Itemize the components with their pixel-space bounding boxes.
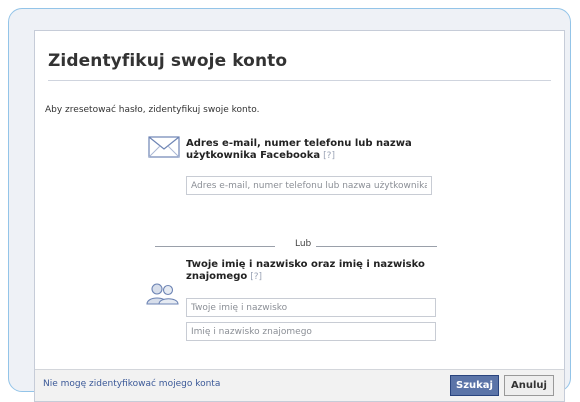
email-phone-username-input[interactable] (186, 176, 432, 195)
name-heading-line2: znajomego (186, 271, 248, 282)
name-section-heading: Twoje imię i nazwisko oraz imię i nazwis… (186, 259, 425, 283)
cancel-button[interactable]: Anuluj (504, 375, 554, 396)
divider-line-left (155, 246, 275, 247)
search-button[interactable]: Szukaj (450, 375, 499, 396)
own-name-input[interactable] (186, 298, 436, 317)
intro-text: Aby zresetować hasło, zidentyfikuj swoje… (45, 105, 260, 115)
envelope-icon (148, 136, 180, 158)
divider-line-right (316, 246, 437, 247)
friend-name-input[interactable] (186, 322, 436, 341)
email-section-heading: Adres e-mail, numer telefonu lub nazwa u… (186, 138, 412, 162)
name-help-link[interactable]: [?] (250, 272, 262, 282)
cant-identify-account-link[interactable]: Nie mogę zidentyfikować mojego konta (43, 379, 220, 389)
email-heading-line2: użytkownika Facebooka (186, 150, 321, 161)
title-divider (48, 80, 551, 81)
dialog-title: Zidentyfikuj swoje konto (48, 51, 288, 71)
people-icon (146, 283, 179, 305)
identify-account-dialog: Zidentyfikuj swoje konto Aby zresetować … (34, 30, 565, 402)
dialog-footer: Nie mogę zidentyfikować mojego konta Szu… (35, 369, 564, 401)
name-heading-line1: Twoje imię i nazwisko oraz imię i nazwis… (186, 259, 425, 270)
email-help-link[interactable]: [?] (323, 151, 335, 161)
page-frame: Zidentyfikuj swoje konto Aby zresetować … (8, 8, 571, 402)
divider-or-label: Lub (295, 239, 312, 249)
email-heading-line1: Adres e-mail, numer telefonu lub nazwa (186, 138, 412, 149)
